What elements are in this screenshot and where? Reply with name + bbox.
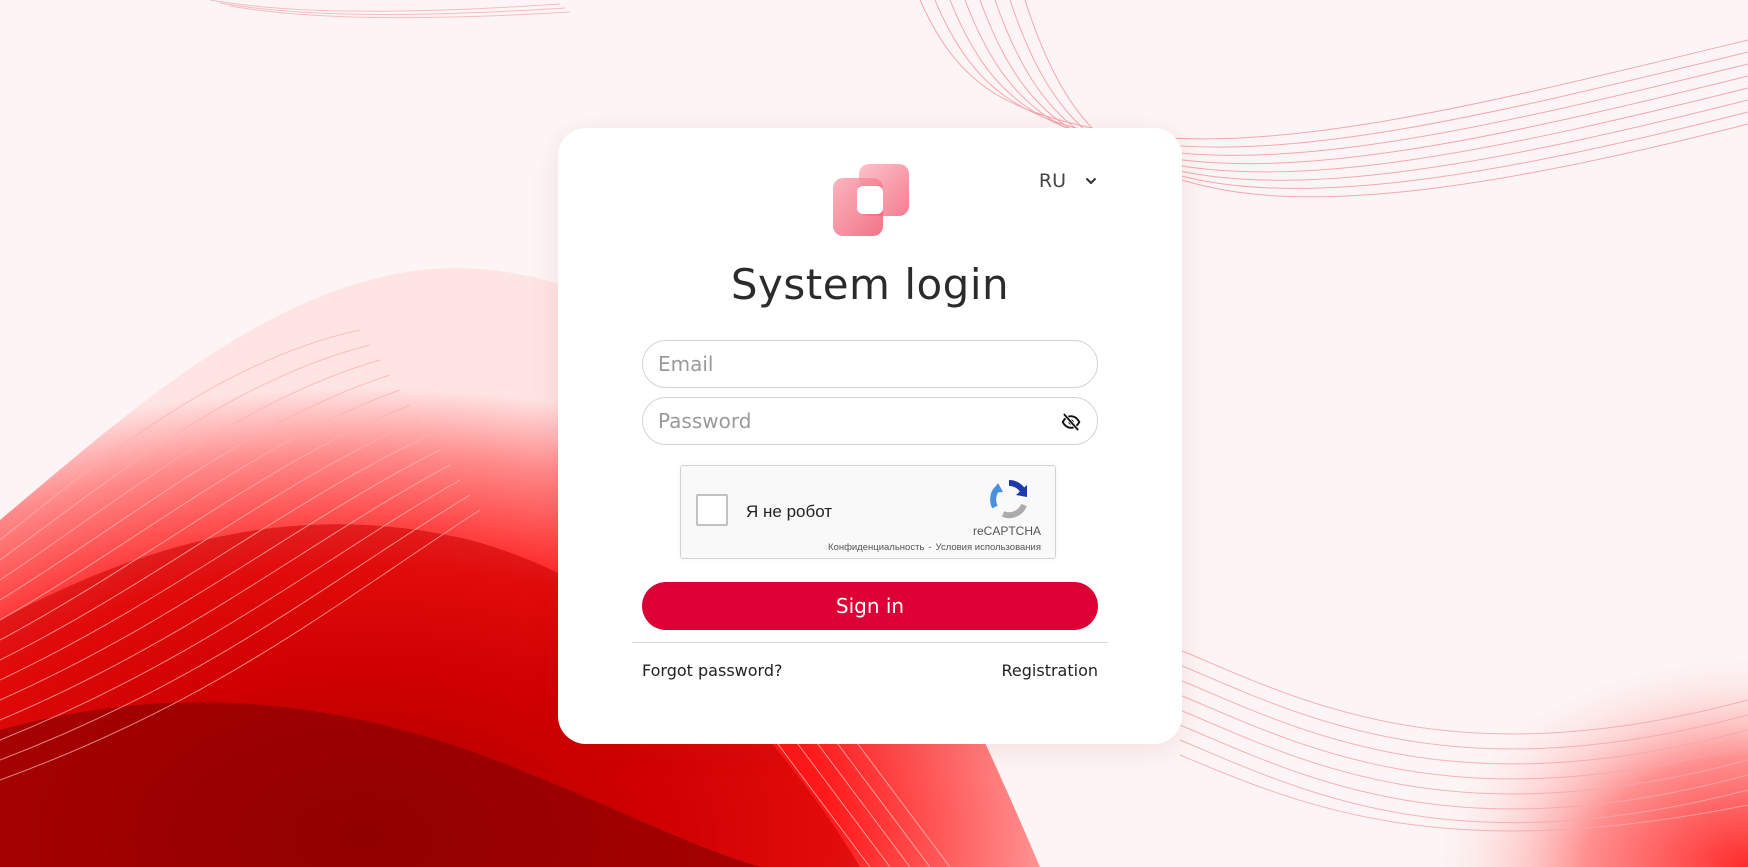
- password-input[interactable]: [643, 398, 1097, 444]
- forgot-password-link[interactable]: Forgot password?: [642, 661, 782, 680]
- language-label: RU: [1038, 170, 1066, 192]
- recaptcha-links: Конфиденциальность - Условия использован…: [828, 542, 1041, 553]
- sign-in-button[interactable]: Sign in: [642, 582, 1098, 630]
- recaptcha-widget: Я не робот reCAPTCHA Конфиденциальность …: [680, 465, 1056, 559]
- brand-logo-icon: [833, 164, 909, 236]
- login-card: RU System login Я не робот: [558, 128, 1182, 744]
- recaptcha-icon: [990, 479, 1027, 519]
- email-input[interactable]: [643, 341, 1097, 387]
- email-field-wrapper: [642, 340, 1098, 388]
- eye-off-icon[interactable]: [1061, 412, 1081, 432]
- recaptcha-terms-link[interactable]: Условия использования: [936, 542, 1041, 553]
- divider: [632, 642, 1108, 643]
- registration-link[interactable]: Registration: [1002, 661, 1098, 680]
- recaptcha-checkbox[interactable]: [696, 494, 728, 526]
- password-field-wrapper: [642, 397, 1098, 445]
- page-title: System login: [730, 260, 1010, 309]
- recaptcha-label: Я не робот: [746, 502, 833, 521]
- chevron-down-icon: [1086, 178, 1096, 184]
- recaptcha-privacy-link[interactable]: Конфиденциальность: [828, 542, 924, 553]
- login-page: RU System login Я не робот: [0, 0, 1748, 867]
- language-selector[interactable]: RU: [1039, 170, 1098, 192]
- recaptcha-separator: -: [928, 542, 932, 553]
- recaptcha-brand: reCAPTCHA: [972, 524, 1041, 538]
